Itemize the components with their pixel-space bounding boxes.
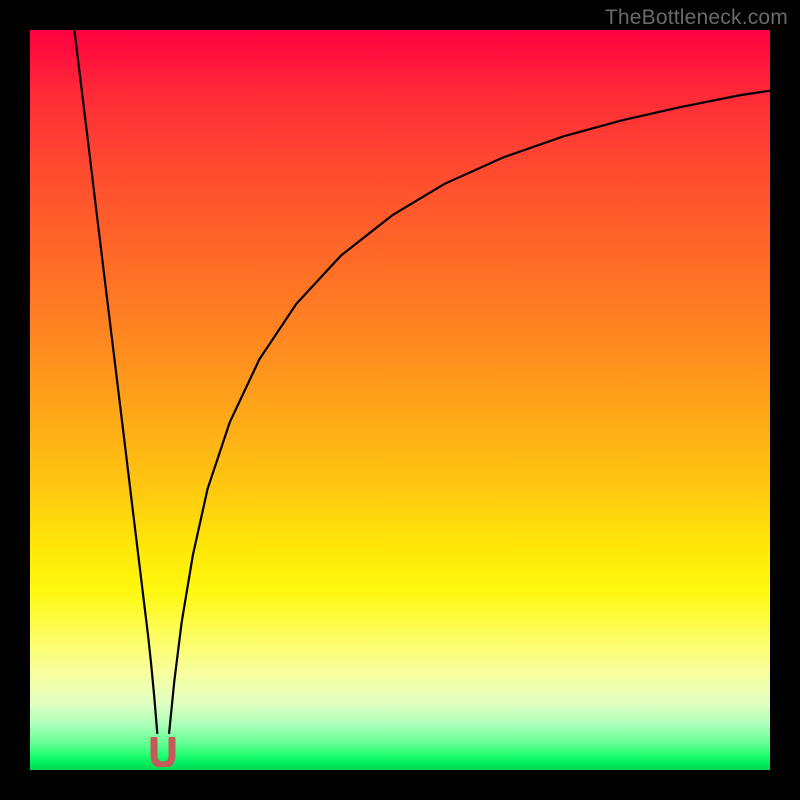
chart-frame: TheBottleneck.com: [0, 0, 800, 800]
watermark-text: TheBottleneck.com: [605, 6, 788, 30]
curve-left-branch: [74, 30, 157, 733]
plot-area: [30, 30, 770, 770]
curve-right-branch: [169, 91, 770, 733]
curves-svg: [30, 30, 770, 770]
